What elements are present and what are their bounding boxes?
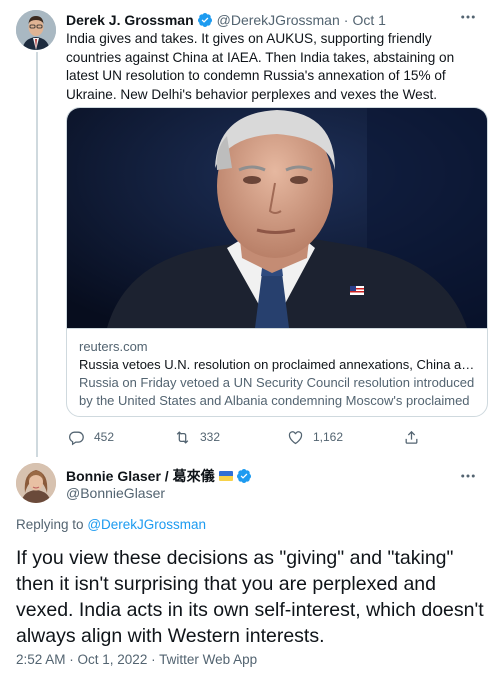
- retweet-icon: [176, 430, 189, 444]
- tweet-header: Bonnie Glaser / 葛來儀: [66, 467, 256, 485]
- avatar[interactable]: [16, 463, 56, 503]
- reply-button[interactable]: 452: [68, 426, 114, 448]
- author-name[interactable]: Bonnie Glaser / 葛來儀: [66, 466, 215, 486]
- like-button[interactable]: 1,162: [287, 426, 343, 448]
- more-options-icon[interactable]: [457, 467, 479, 487]
- retweet-button[interactable]: 332: [174, 426, 220, 448]
- parent-tweet[interactable]: Derek J. Grossman @DerekJGrossman · Oct …: [0, 0, 495, 460]
- replying-to-link[interactable]: @DerekJGrossman: [87, 517, 206, 532]
- avatar[interactable]: [16, 10, 56, 50]
- author-name[interactable]: Derek J. Grossman: [66, 12, 194, 28]
- share-icon: [405, 430, 418, 444]
- verified-badge-icon: [197, 12, 213, 28]
- link-card[interactable]: reuters.com Russia vetoes U.N. resolutio…: [66, 107, 488, 417]
- card-domain: reuters.com: [79, 339, 148, 354]
- replying-prefix: Replying to: [16, 517, 84, 532]
- tweet-header: Derek J. Grossman @DerekJGrossman · Oct …: [66, 11, 466, 29]
- reply-icon: [69, 431, 84, 445]
- heart-icon: [288, 430, 303, 444]
- verified-badge-icon: [236, 468, 252, 484]
- replying-to: Replying to @DerekJGrossman: [16, 517, 206, 532]
- card-title[interactable]: Russia vetoes U.N. resolution on proclai…: [79, 356, 477, 374]
- reply-count: 452: [94, 430, 115, 444]
- more-options-icon[interactable]: [457, 8, 479, 28]
- author-handle[interactable]: @BonnieGlaser: [66, 485, 165, 501]
- separator-dot: ·: [343, 12, 349, 28]
- card-image: [67, 108, 487, 328]
- share-button[interactable]: [403, 426, 429, 448]
- author-handle[interactable]: @DerekJGrossman: [217, 12, 340, 28]
- thread-line: [36, 52, 38, 457]
- card-description: Russia on Friday vetoed a UN Security Co…: [79, 375, 475, 416]
- card-body[interactable]: reuters.com Russia vetoes U.N. resolutio…: [67, 328, 487, 416]
- retweet-count: 332: [200, 430, 221, 444]
- like-count: 1,162: [313, 430, 344, 444]
- tweet-text: India gives and takes. It gives on AUKUS…: [66, 31, 455, 102]
- ukraine-flag-icon: [218, 471, 233, 481]
- tweet-date[interactable]: Oct 1: [352, 12, 385, 28]
- tweet-text: If you view these decisions as "giving" …: [16, 547, 484, 647]
- tweet-timestamp[interactable]: 2:52 AM · Oct 1, 2022 · Twitter Web App: [16, 652, 257, 667]
- action-bar: 452 332 1,162: [66, 426, 486, 448]
